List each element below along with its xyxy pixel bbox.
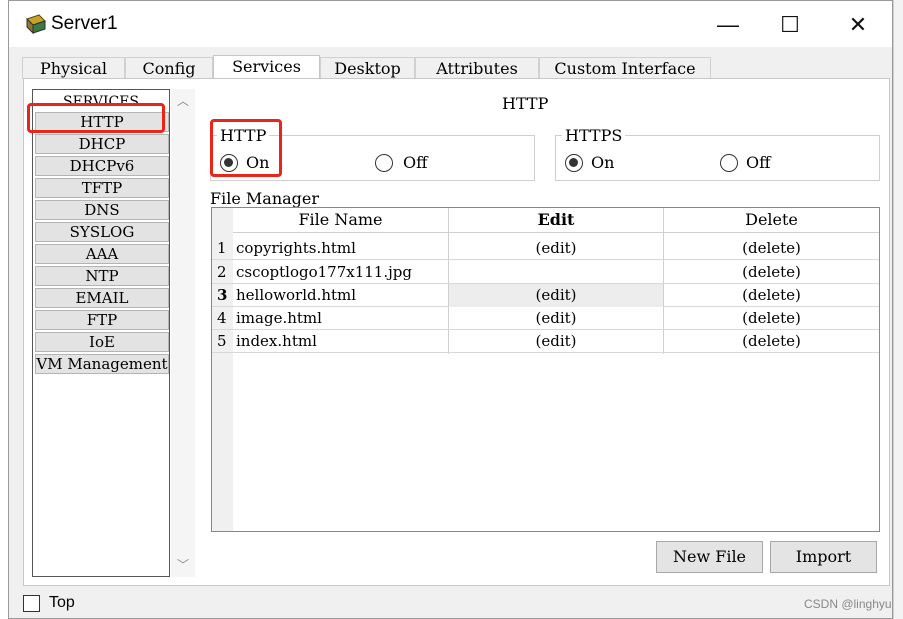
column-header-delete[interactable]: Delete bbox=[664, 208, 879, 232]
table-row: 2 cscoptlogo177x111.jpg (delete) bbox=[212, 261, 879, 284]
service-item-ioe[interactable]: IoE bbox=[35, 332, 169, 352]
delete-link[interactable]: (delete) bbox=[664, 284, 879, 307]
tab-desktop[interactable]: Desktop bbox=[320, 57, 415, 79]
scroll-down-icon[interactable]: ﹀ bbox=[177, 559, 189, 571]
new-file-button[interactable]: New File bbox=[656, 541, 763, 573]
header-divider bbox=[233, 232, 879, 233]
scroll-up-icon[interactable]: ︿ bbox=[177, 95, 189, 107]
delete-link[interactable]: (delete) bbox=[664, 307, 879, 330]
file-name-cell[interactable]: helloworld.html bbox=[236, 284, 356, 307]
table-row: 4 image.html (edit) (delete) bbox=[212, 307, 879, 330]
highlight-http-service bbox=[27, 103, 165, 133]
column-header-file-name[interactable]: File Name bbox=[233, 208, 448, 232]
watermark-text: CSDN @linghyu bbox=[804, 597, 892, 611]
service-item-ntp[interactable]: NTP bbox=[35, 266, 169, 286]
file-manager-table: File Name Edit Delete 1 copyrights.html … bbox=[211, 207, 880, 532]
services-list[interactable]: SERVICES HTTP DHCP DHCPv6 TFTP DNS SYSLO… bbox=[32, 89, 170, 577]
http-panel-title: HTTP bbox=[502, 94, 549, 113]
service-item-ftp[interactable]: FTP bbox=[35, 310, 169, 330]
row-number: 1 bbox=[217, 239, 227, 257]
close-button[interactable]: ✕ bbox=[835, 9, 881, 41]
service-item-aaa[interactable]: AAA bbox=[35, 244, 169, 264]
https-on-radio[interactable] bbox=[565, 154, 583, 172]
file-name-cell[interactable]: index.html bbox=[236, 330, 317, 353]
delete-link[interactable]: (delete) bbox=[664, 237, 879, 260]
title-bar: Server1 — ☐ ✕ bbox=[9, 1, 892, 47]
top-checkbox[interactable] bbox=[23, 595, 40, 612]
edit-link[interactable]: (edit) bbox=[449, 284, 663, 307]
http-off-label: Off bbox=[403, 153, 428, 172]
server-app-icon bbox=[26, 14, 46, 35]
service-item-tftp[interactable]: TFTP bbox=[35, 178, 169, 198]
https-off-label: Off bbox=[746, 153, 771, 172]
service-item-syslog[interactable]: SYSLOG bbox=[35, 222, 169, 242]
file-name-cell[interactable]: cscoptlogo177x111.jpg bbox=[236, 261, 412, 284]
service-item-dns[interactable]: DNS bbox=[35, 200, 169, 220]
service-item-email[interactable]: EMAIL bbox=[35, 288, 169, 308]
https-group-label: HTTPS bbox=[562, 126, 626, 145]
file-manager-title: File Manager bbox=[210, 189, 320, 208]
edit-link[interactable]: (edit) bbox=[449, 330, 663, 353]
file-name-cell[interactable]: image.html bbox=[236, 307, 322, 330]
tab-config[interactable]: Config bbox=[125, 57, 213, 79]
top-checkbox-label: Top bbox=[49, 594, 75, 611]
highlight-http-on bbox=[210, 119, 282, 177]
http-off-radio[interactable] bbox=[375, 154, 393, 172]
table-row: 1 copyrights.html (edit) (delete) bbox=[212, 237, 879, 260]
tab-physical[interactable]: Physical bbox=[22, 57, 125, 79]
window-title: Server1 bbox=[51, 13, 118, 34]
services-panel: SERVICES HTTP DHCP DHCPv6 TFTP DNS SYSLO… bbox=[23, 78, 890, 586]
delete-link[interactable]: (delete) bbox=[664, 261, 879, 284]
service-item-dhcp[interactable]: DHCP bbox=[35, 134, 169, 154]
row-number: 5 bbox=[217, 332, 227, 350]
maximize-button[interactable]: ☐ bbox=[767, 9, 813, 41]
minimize-button[interactable]: — bbox=[705, 9, 751, 41]
row-number: 4 bbox=[217, 309, 227, 327]
edit-link[interactable]: (edit) bbox=[449, 307, 663, 330]
row-number: 3 bbox=[217, 286, 228, 304]
table-row: 3 helloworld.html (edit) (delete) bbox=[212, 284, 879, 307]
https-off-radio[interactable] bbox=[720, 154, 738, 172]
table-row: 5 index.html (edit) (delete) bbox=[212, 330, 879, 353]
background-window bbox=[893, 0, 903, 619]
delete-link[interactable]: (delete) bbox=[664, 330, 879, 353]
import-button[interactable]: Import bbox=[770, 541, 877, 573]
edit-link[interactable]: (edit) bbox=[449, 237, 663, 260]
service-item-vm-management[interactable]: VM Management bbox=[35, 354, 169, 374]
column-header-edit[interactable]: Edit bbox=[449, 208, 663, 232]
tab-attributes[interactable]: Attributes bbox=[415, 57, 539, 79]
services-scrollbar[interactable]: ︿ ﹀ bbox=[171, 89, 195, 577]
row-number: 2 bbox=[217, 263, 227, 281]
service-item-dhcpv6[interactable]: DHCPv6 bbox=[35, 156, 169, 176]
edit-link[interactable] bbox=[449, 261, 663, 284]
https-on-label: On bbox=[591, 153, 615, 172]
tab-custom-interface[interactable]: Custom Interface bbox=[539, 57, 711, 79]
server-window: Server1 — ☐ ✕ Physical Config Services D… bbox=[8, 0, 893, 619]
file-name-cell[interactable]: copyrights.html bbox=[236, 237, 356, 260]
